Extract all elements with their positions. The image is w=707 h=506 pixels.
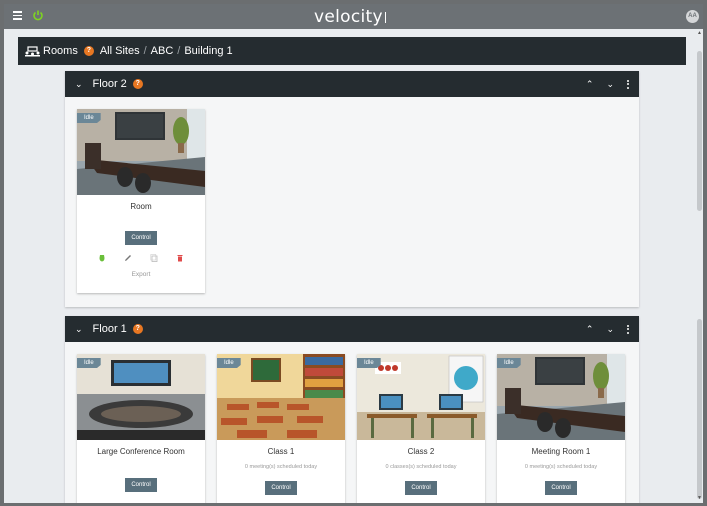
floor-section-floor-1: ⌄ Floor 1 ? ⌃ ⌄ Idle Large Conference Ro… bbox=[65, 316, 639, 503]
power-status-icon[interactable] bbox=[32, 9, 44, 21]
breadcrumb-all-sites[interactable]: All Sites bbox=[100, 45, 140, 57]
room-card[interactable]: Idle Large Conference Room Control bbox=[77, 354, 205, 503]
floor-header: ⌄ Floor 1 ? ⌃ ⌄ bbox=[65, 316, 639, 342]
room-card[interactable]: Idle Class 2 0 classes(s) scheduled toda… bbox=[357, 354, 485, 503]
floor-title: Floor 1 bbox=[92, 323, 127, 335]
room-status-icon[interactable] bbox=[98, 254, 106, 262]
room-card[interactable]: Idle Class 1 0 meeting(s) scheduled toda… bbox=[217, 354, 345, 503]
room-name: Large Conference Room bbox=[97, 447, 185, 456]
scroll-up-arrow-icon[interactable]: ▲ bbox=[697, 30, 702, 36]
breadcrumb-abc[interactable]: ABC bbox=[151, 45, 174, 57]
help-icon[interactable]: ? bbox=[83, 46, 94, 56]
move-up-icon[interactable]: ⌃ bbox=[586, 79, 594, 90]
breadcrumb-separator: / bbox=[177, 45, 181, 57]
floor-section-floor-2: ⌄ Floor 2 ? ⌃ ⌄ Idle Room Control Export bbox=[65, 71, 639, 307]
collapse-chevron-icon[interactable]: ⌄ bbox=[75, 79, 83, 90]
control-button[interactable]: Control bbox=[545, 481, 577, 495]
room-name: Class 1 bbox=[267, 447, 295, 456]
room-image: Idle bbox=[77, 354, 205, 440]
room-card[interactable]: Idle Room Control Export bbox=[77, 109, 205, 293]
room-actions bbox=[77, 254, 205, 262]
breadcrumb-separator: / bbox=[143, 45, 147, 57]
status-badge: Idle bbox=[217, 358, 241, 368]
help-icon[interactable]: ? bbox=[132, 79, 143, 89]
copy-icon[interactable] bbox=[150, 254, 158, 262]
status-badge: Idle bbox=[357, 358, 381, 368]
floor-title: Floor 2 bbox=[92, 78, 127, 90]
status-badge: Idle bbox=[497, 358, 521, 368]
scroll-down-arrow-icon[interactable]: ▼ bbox=[697, 495, 702, 501]
delete-trash-icon[interactable] bbox=[176, 254, 184, 262]
room-name: Meeting Room 1 bbox=[531, 447, 591, 456]
room-image: Idle bbox=[357, 354, 485, 440]
page-title: Rooms bbox=[43, 45, 78, 57]
status-badge: Idle bbox=[77, 113, 101, 123]
vertical-scrollbar[interactable]: ▲ ▼ bbox=[696, 29, 703, 503]
scrollbar-thumb[interactable] bbox=[697, 51, 702, 211]
control-button[interactable]: Control bbox=[125, 231, 157, 245]
status-badge: Idle bbox=[77, 358, 101, 368]
move-down-icon[interactable]: ⌄ bbox=[606, 324, 614, 335]
breadcrumb-building-1[interactable]: Building 1 bbox=[184, 45, 232, 57]
scrollbar-thumb[interactable] bbox=[697, 319, 702, 499]
help-icon[interactable]: ? bbox=[132, 324, 143, 334]
more-options-icon[interactable] bbox=[627, 324, 629, 334]
room-card[interactable]: Idle Meeting Room 1 0 meeting(s) schedul… bbox=[497, 354, 625, 503]
control-button[interactable]: Control bbox=[405, 481, 437, 495]
hamburger-menu-icon[interactable] bbox=[13, 11, 22, 20]
edit-pencil-icon[interactable] bbox=[124, 254, 132, 262]
app-window: velocity AA Rooms ? All Sites / ABC / Bu… bbox=[4, 4, 703, 503]
move-up-icon[interactable]: ⌃ bbox=[586, 324, 594, 335]
rooms-icon bbox=[25, 46, 40, 57]
top-bar: velocity AA bbox=[4, 4, 703, 29]
export-link[interactable]: Export bbox=[77, 271, 205, 278]
breadcrumb: Rooms ? All Sites / ABC / Building 1 bbox=[18, 37, 686, 65]
room-name: Room bbox=[130, 202, 152, 211]
floor-header: ⌄ Floor 2 ? ⌃ ⌄ bbox=[65, 71, 639, 97]
user-avatar[interactable]: AA bbox=[686, 10, 699, 23]
more-options-icon[interactable] bbox=[627, 79, 629, 89]
room-image: Idle bbox=[217, 354, 345, 440]
room-name: Class 2 bbox=[407, 447, 435, 456]
control-button[interactable]: Control bbox=[125, 478, 157, 492]
room-image: Idle bbox=[497, 354, 625, 440]
move-down-icon[interactable]: ⌄ bbox=[606, 79, 614, 90]
app-logo: velocity bbox=[314, 7, 386, 27]
collapse-chevron-icon[interactable]: ⌄ bbox=[75, 324, 83, 335]
room-image: Idle bbox=[77, 109, 205, 195]
control-button[interactable]: Control bbox=[265, 481, 297, 495]
